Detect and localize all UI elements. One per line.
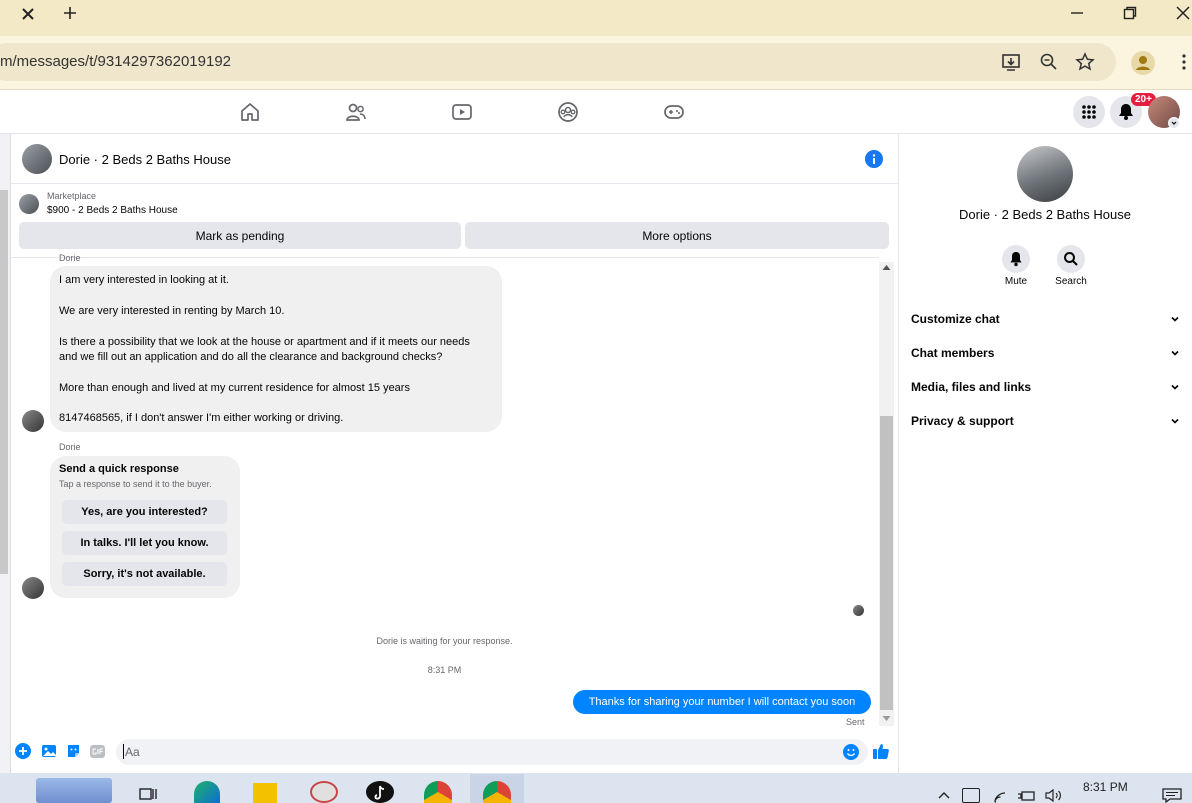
message-line: Is there a possibility that we look at t…: [59, 336, 470, 348]
menu-grid-button[interactable]: [1073, 96, 1105, 128]
like-thumb-icon[interactable]: [872, 742, 890, 760]
windows-taskbar: [0, 773, 1192, 803]
sent-status: Sent: [846, 717, 865, 727]
sticky-notes-icon[interactable]: [253, 783, 277, 803]
message-line: I am very interested in looking at it.: [59, 274, 229, 286]
input-caret: [123, 744, 124, 759]
gaming-icon[interactable]: [663, 101, 685, 123]
gif-icon[interactable]: [90, 745, 105, 758]
volume-icon[interactable]: [1045, 789, 1063, 802]
photo-icon[interactable]: [41, 744, 57, 758]
sender-avatar[interactable]: [22, 410, 44, 432]
more-options-button[interactable]: More options: [465, 222, 889, 249]
notification-center-icon[interactable]: [1162, 788, 1182, 803]
mute-label: Mute: [1004, 276, 1028, 287]
message-line: and we fill out an application and do al…: [59, 351, 443, 363]
search-label: Search: [1055, 276, 1087, 287]
url-text[interactable]: m/messages/t/9314297362019192: [0, 53, 231, 70]
waiting-notice: Dorie is waiting for your response.: [376, 636, 513, 646]
mark-as-pending-button[interactable]: Mark as pending: [19, 222, 461, 249]
sender-name-top: Dorie: [59, 253, 81, 263]
watch-icon[interactable]: [451, 101, 473, 123]
home-icon[interactable]: [239, 101, 261, 123]
message-timestamp: 8:31 PM: [427, 665, 462, 675]
minimize-icon[interactable]: [1070, 6, 1084, 20]
read-receipt-avatar: [853, 605, 864, 616]
quick-response-option[interactable]: In talks. I'll let you know.: [62, 531, 227, 555]
quick-response-subtitle: Tap a response to send it to the buyer.: [59, 479, 212, 489]
chrome-profile-icon[interactable]: [483, 781, 511, 803]
scroll-down-arrow-icon[interactable]: [882, 715, 891, 722]
incoming-message-bubble[interactable]: [50, 266, 502, 432]
listing-thumbnail[interactable]: [19, 194, 39, 214]
castle-widget-icon[interactable]: [36, 778, 112, 803]
restore-icon[interactable]: [1123, 6, 1137, 20]
sender-name: Dorie: [59, 442, 81, 452]
media-files-links-section[interactable]: Media, files and links: [911, 377, 1181, 397]
chevron-down-icon: [1171, 418, 1179, 424]
message-line: We are very interested in renting by Mar…: [59, 305, 285, 317]
section-label: Media, files and links: [911, 380, 1032, 394]
taskbar-clock[interactable]: 8:31 PM: [1083, 780, 1128, 794]
groups-icon[interactable]: [557, 101, 579, 123]
outer-scrollbar-thumb[interactable]: [0, 190, 8, 574]
search-in-conversation-button[interactable]: [1057, 245, 1085, 273]
section-label: Privacy & support: [911, 414, 1014, 428]
sender-avatar[interactable]: [22, 577, 44, 599]
quick-response-option[interactable]: Sorry, it's not available.: [62, 562, 227, 586]
chat-title[interactable]: Dorie · 2 Beds 2 Baths House: [59, 152, 231, 167]
new-tab-icon[interactable]: [62, 5, 78, 21]
mute-button[interactable]: [1002, 245, 1030, 273]
messages-scrollbar-thumb[interactable]: [880, 416, 893, 710]
section-label: Chat members: [911, 346, 995, 360]
bookmark-star-icon[interactable]: [1075, 52, 1095, 72]
wifi-icon[interactable]: [993, 788, 1009, 803]
hidden-icons-chevron-icon[interactable]: [937, 790, 951, 800]
close-window-icon[interactable]: [1175, 5, 1191, 21]
quick-response-option[interactable]: Yes, are you interested?: [62, 500, 227, 524]
chevron-down-icon: [1171, 350, 1179, 356]
conversation-avatar[interactable]: [1017, 146, 1073, 202]
message-input-placeholder[interactable]: Aa: [125, 745, 140, 759]
info-icon[interactable]: [865, 150, 883, 168]
chrome-icon[interactable]: [424, 781, 452, 803]
header-divider: [10, 183, 898, 184]
outgoing-message-bubble[interactable]: Thanks for sharing your number I will co…: [573, 690, 871, 714]
listing-title[interactable]: $900 - 2 Beds 2 Baths House: [47, 205, 178, 216]
customize-chat-section[interactable]: Customize chat: [911, 309, 1181, 329]
messages-top-divider: [10, 257, 879, 258]
emoji-icon[interactable]: [843, 744, 859, 760]
chevron-down-icon: [1171, 384, 1179, 390]
browser-menu-icon[interactable]: [1180, 53, 1188, 71]
browser-tab-bar: [0, 0, 1192, 36]
conversation-title: Dorie · 2 Beds 2 Baths House: [959, 207, 1131, 222]
tiktok-icon[interactable]: [366, 781, 394, 803]
zoom-icon[interactable]: [1039, 52, 1059, 72]
scroll-up-arrow-icon[interactable]: [882, 264, 891, 271]
chat-avatar[interactable]: [22, 144, 52, 174]
friends-icon[interactable]: [345, 101, 367, 123]
sync-tray-icon[interactable]: [962, 788, 980, 803]
message-input[interactable]: [116, 739, 868, 765]
close-tab-icon[interactable]: [20, 6, 36, 22]
more-actions-icon[interactable]: [15, 743, 31, 759]
task-view-icon[interactable]: [138, 784, 158, 802]
message-line: 8147468565, if I don't answer I'm either…: [59, 412, 344, 424]
message-line: More than enough and lived at my current…: [59, 382, 410, 394]
profile-icon[interactable]: [1131, 51, 1155, 75]
install-app-icon[interactable]: [1001, 52, 1021, 72]
quick-response-title: Send a quick response: [59, 463, 179, 475]
account-chevron-icon[interactable]: [1168, 117, 1180, 129]
conversation-info-panel: [898, 134, 1192, 774]
edge-browser-icon[interactable]: [194, 781, 220, 803]
facebook-top-nav: [0, 90, 1192, 134]
sticker-icon[interactable]: [66, 744, 81, 759]
privacy-support-section[interactable]: Privacy & support: [911, 411, 1181, 431]
chevron-down-icon: [1171, 316, 1179, 322]
chat-members-section[interactable]: Chat members: [911, 343, 1181, 363]
battery-icon[interactable]: [1017, 789, 1037, 802]
section-label: Customize chat: [911, 312, 1000, 326]
marketplace-label: Marketplace: [47, 191, 97, 201]
game-app-icon[interactable]: [310, 781, 338, 803]
